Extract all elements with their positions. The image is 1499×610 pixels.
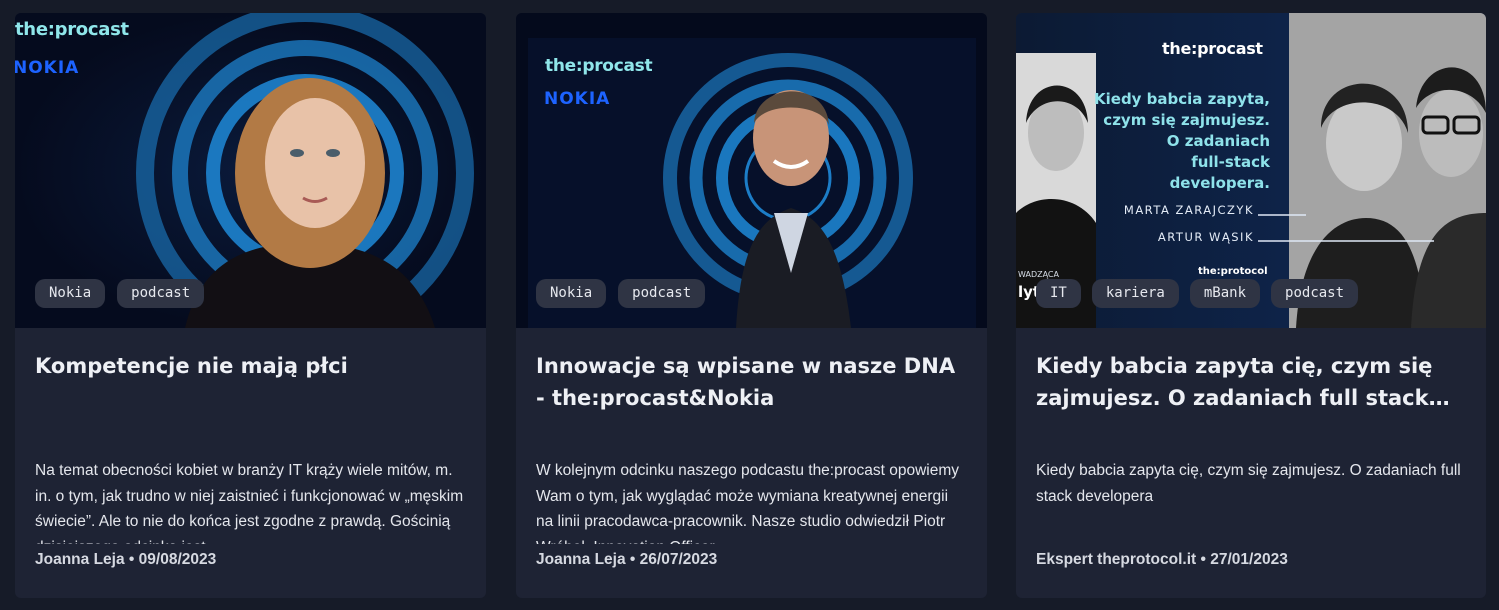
procast-logo: the:procast xyxy=(15,19,129,40)
tag-chip[interactable]: podcast xyxy=(117,279,205,308)
guest-name: ARTUR WĄSIK xyxy=(1157,230,1254,244)
publish-date: 09/08/2023 xyxy=(138,551,217,568)
procast-logo: the:procast xyxy=(545,56,653,76)
meta-separator: • xyxy=(1200,551,1206,568)
tag-chip[interactable]: Nokia xyxy=(35,279,106,308)
author-name: Joanna Leja xyxy=(35,551,125,568)
author-name: Joanna Leja xyxy=(536,551,626,568)
article-meta: Joanna Leja • 09/08/2023 xyxy=(35,551,216,569)
article-card[interactable]: the:procast Kiedy babcia zapyta, czym si… xyxy=(1016,13,1486,598)
article-excerpt: Kiedy babcia zapyta cię, czym się zajmuj… xyxy=(1036,462,1461,505)
tag-chip[interactable]: IT xyxy=(1036,279,1081,308)
meta-separator: • xyxy=(629,551,636,568)
tag-chip[interactable]: mBank xyxy=(1189,279,1261,308)
publish-date: 26/07/2023 xyxy=(639,551,718,568)
article-title[interactable]: Innowacje są wpisane w nasze DNA - the:p… xyxy=(536,350,967,414)
host-label: WADZĄCA xyxy=(1018,270,1059,279)
nokia-logo: NOKIA xyxy=(15,58,80,78)
tag-chip[interactable]: podcast xyxy=(1271,279,1359,308)
article-grid: the:procast NOKIA Nokia podcast Kompeten… xyxy=(0,0,1499,610)
publish-date: 27/01/2023 xyxy=(1210,551,1288,568)
article-thumbnail[interactable]: the:procast NOKIA Nokia podcast xyxy=(15,13,486,328)
author-name: Ekspert theprotocol.it xyxy=(1036,551,1197,568)
tag-chip[interactable]: podcast xyxy=(618,279,706,308)
tag-chip[interactable]: Nokia xyxy=(536,279,607,308)
tag-list: Nokia podcast xyxy=(536,279,706,308)
nokia-logo: NOKIA xyxy=(544,89,611,109)
guest-name: MARTA ZARAJCZYK xyxy=(1123,203,1254,217)
article-thumbnail[interactable]: the:procast NOKIA Nokia podcast xyxy=(516,13,987,328)
meta-separator: • xyxy=(128,551,135,568)
tag-chip[interactable]: kariera xyxy=(1091,279,1179,308)
protocol-logo: the:protocol xyxy=(1198,266,1268,277)
article-thumbnail[interactable]: the:procast Kiedy babcia zapyta, czym si… xyxy=(1016,13,1486,328)
thumbnail-headline: Kiedy babcia zapyta, czym się zajmujesz.… xyxy=(1094,90,1271,192)
article-title[interactable]: Kompetencje nie mają płci xyxy=(35,350,466,414)
article-title[interactable]: Kiedy babcia zapyta cię, czym się zajmuj… xyxy=(1036,350,1466,414)
article-excerpt: Na temat obecności kobiet w branży IT kr… xyxy=(35,462,464,544)
article-card[interactable]: the:procast NOKIA Nokia podcast Innowacj… xyxy=(516,13,987,598)
procast-logo: the:procast xyxy=(1162,39,1263,58)
article-excerpt: W kolejnym odcinku naszego podcastu the:… xyxy=(536,462,960,544)
tag-list: IT kariera mBank podcast xyxy=(1036,279,1359,308)
article-card[interactable]: the:procast NOKIA Nokia podcast Kompeten… xyxy=(15,13,486,598)
tag-list: Nokia podcast xyxy=(35,279,205,308)
article-meta: Joanna Leja • 26/07/2023 xyxy=(536,551,717,569)
article-meta: Ekspert theprotocol.it • 27/01/2023 xyxy=(1036,551,1288,569)
